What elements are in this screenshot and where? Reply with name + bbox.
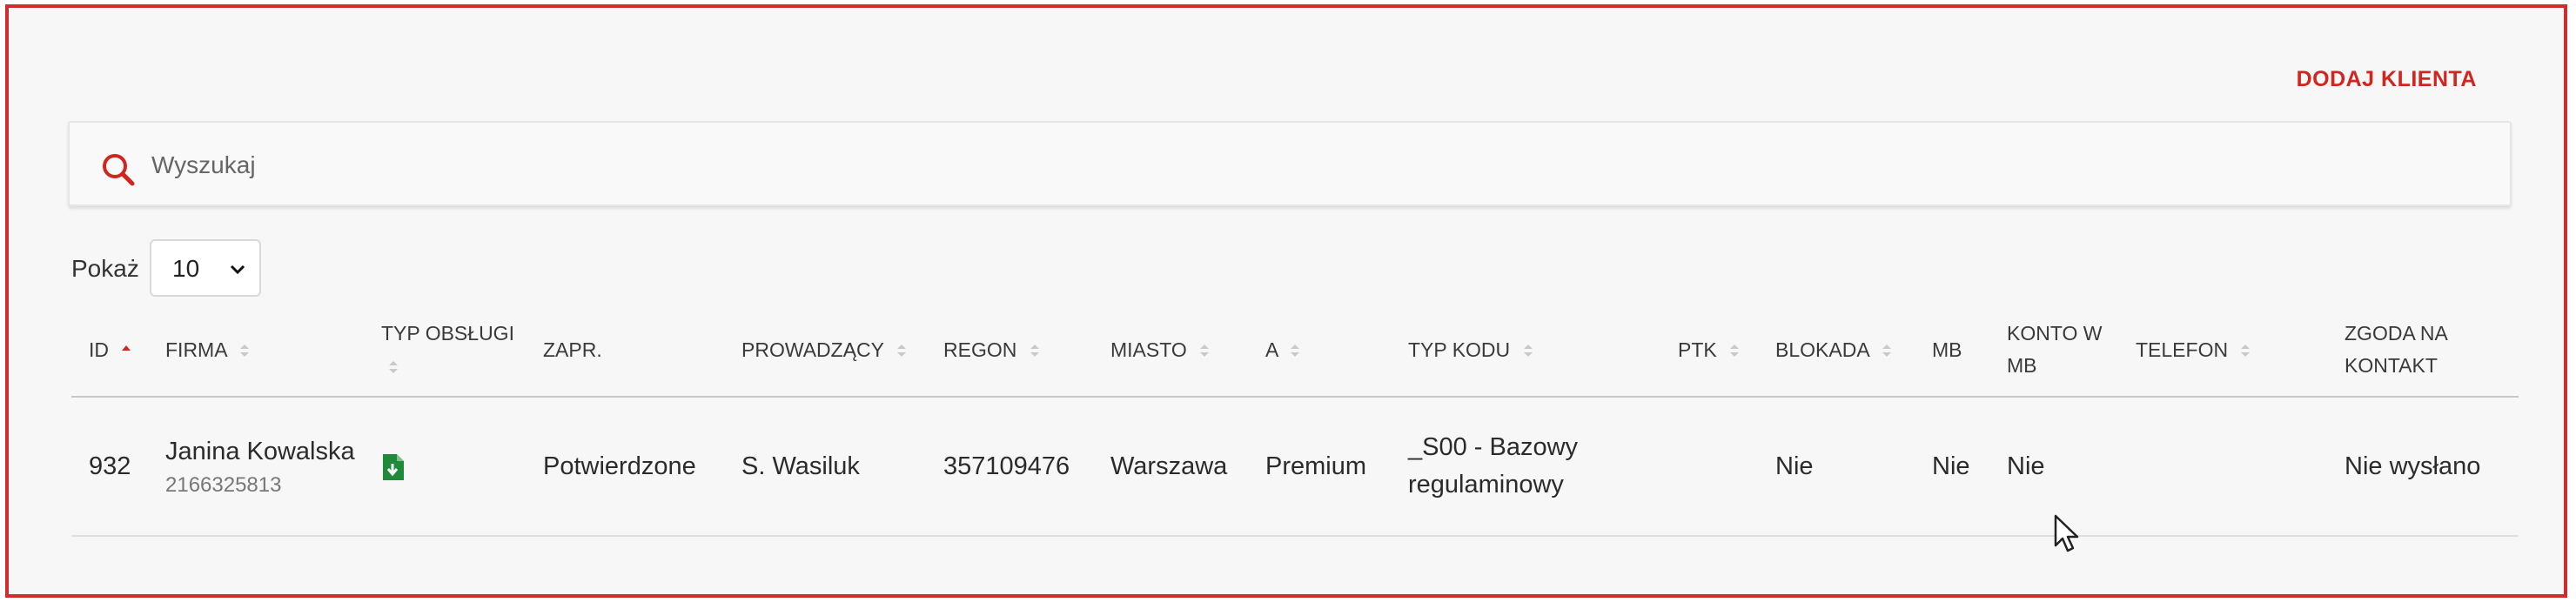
- search-icon: [103, 154, 135, 186]
- cell-ptk: [1660, 397, 1758, 537]
- column-header-label: KONTO W MB: [2007, 322, 2103, 377]
- cell-miasto: Warszawa: [1093, 397, 1248, 537]
- column-header-label: ZGODA NA KONTAKT: [2345, 322, 2447, 377]
- search-input[interactable]: [150, 140, 2416, 191]
- column-header-label: MB: [1932, 338, 1962, 361]
- cell-id: 932: [71, 397, 148, 537]
- sort-ascending-icon: [122, 345, 131, 351]
- table-header-row: ID FIRMA TYP OBSŁUGI ZAPR. PROWADZĄCY RE…: [71, 304, 2519, 398]
- sort-icon: [1030, 345, 1039, 358]
- add-client-button[interactable]: DODAJ KLIENTA: [2297, 67, 2477, 92]
- cell-blokada: Nie: [1758, 397, 1915, 537]
- cell-typ-kodu: _S00 - Bazowy regulaminowy: [1391, 397, 1660, 537]
- search-box[interactable]: [68, 121, 2512, 206]
- column-header-label: PROWADZĄCY: [741, 338, 884, 361]
- cell-prowadzacy: S. Wasiluk: [724, 397, 926, 537]
- client-phone: 2166325813: [165, 472, 282, 497]
- cell-typ-obslugi[interactable]: [364, 397, 526, 537]
- column-header-typ-obslugi[interactable]: TYP OBSŁUGI: [364, 304, 526, 398]
- column-header-label: TYP OBSŁUGI: [381, 322, 514, 345]
- column-header-label: ZAPR.: [543, 338, 602, 361]
- sort-icon: [1291, 345, 1300, 358]
- column-header-konto-w-mb[interactable]: KONTO W MB: [1989, 304, 2118, 398]
- column-header-telefon[interactable]: TELEFON: [2118, 304, 2327, 398]
- cell-firma[interactable]: Janina Kowalska 2166325813: [148, 397, 364, 537]
- sort-icon: [239, 345, 249, 358]
- page-size-value: 10: [172, 255, 200, 282]
- cell-mb: Nie: [1915, 397, 1989, 537]
- column-header-zgoda[interactable]: ZGODA NA KONTAKT: [2327, 304, 2519, 398]
- cell-zapr: Potwierdzone: [526, 397, 724, 537]
- table-row[interactable]: 932 Janina Kowalska 2166325813 Potwierdz…: [71, 397, 2519, 537]
- column-header-label: TELEFON: [2136, 338, 2229, 361]
- column-header-label: MIASTO: [1110, 338, 1187, 361]
- document-download-icon[interactable]: [381, 453, 404, 480]
- column-header-mb[interactable]: MB: [1915, 304, 1989, 398]
- column-header-label: BLOKADA: [1775, 338, 1869, 361]
- column-header-label: ID: [89, 338, 109, 361]
- chevron-down-icon: [230, 264, 245, 275]
- cell-a: Premium: [1248, 397, 1391, 537]
- column-header-prowadzacy[interactable]: PROWADZĄCY: [724, 304, 926, 398]
- sort-icon: [2241, 345, 2251, 358]
- sort-icon: [896, 345, 906, 358]
- sort-icon: [1523, 345, 1533, 358]
- column-header-label: FIRMA: [165, 338, 227, 361]
- column-header-blokada[interactable]: BLOKADA: [1758, 304, 1915, 398]
- page-frame: DODAJ KLIENTA Pokaż 10: [5, 4, 2567, 598]
- cell-telefon: [2118, 397, 2327, 537]
- column-header-label: PTK: [1678, 338, 1717, 361]
- sort-icon: [1730, 345, 1740, 358]
- sort-icon: [1882, 345, 1891, 358]
- cell-zgoda: Nie wysłano: [2327, 397, 2519, 537]
- client-name: Janina Kowalska: [165, 437, 355, 465]
- column-header-a[interactable]: A: [1248, 304, 1391, 398]
- column-header-regon[interactable]: REGON: [926, 304, 1093, 398]
- mouse-pointer-icon: [2054, 514, 2079, 552]
- column-header-label: A: [1265, 338, 1278, 361]
- column-header-label: REGON: [943, 338, 1017, 361]
- column-header-miasto[interactable]: MIASTO: [1093, 304, 1248, 398]
- page-size-label: Pokaż: [71, 255, 139, 282]
- column-header-typ-kodu[interactable]: TYP KODU: [1391, 304, 1660, 398]
- column-header-zapr[interactable]: ZAPR.: [526, 304, 724, 398]
- clients-table: ID FIRMA TYP OBSŁUGI ZAPR. PROWADZĄCY RE…: [71, 304, 2519, 537]
- page-size-select[interactable]: 10: [150, 239, 261, 297]
- sort-icon: [389, 360, 398, 373]
- cell-regon: 357109476: [926, 397, 1093, 537]
- column-header-id[interactable]: ID: [71, 304, 148, 398]
- column-header-ptk[interactable]: PTK: [1660, 304, 1758, 398]
- sort-icon: [1200, 345, 1210, 358]
- column-header-firma[interactable]: FIRMA: [148, 304, 364, 398]
- column-header-label: TYP KODU: [1408, 338, 1511, 361]
